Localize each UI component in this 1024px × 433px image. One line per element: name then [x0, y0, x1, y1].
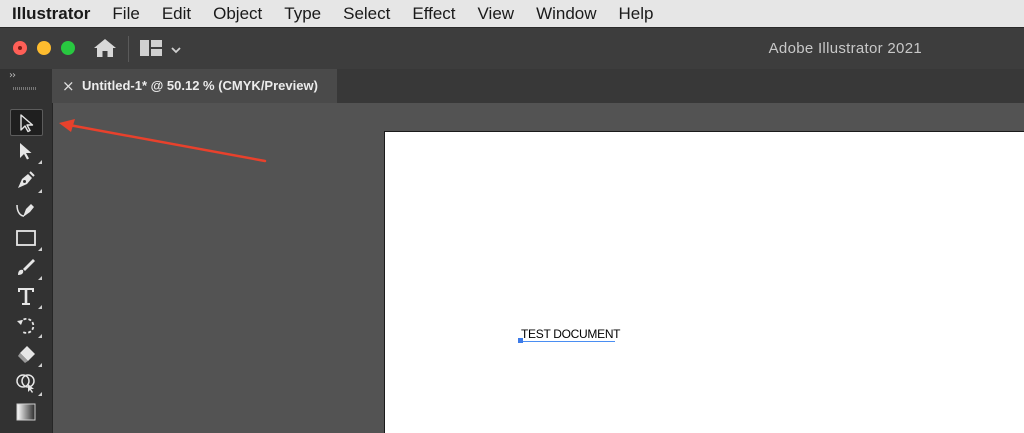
menu-edit[interactable]: Edit: [151, 0, 202, 27]
paintbrush-tool-button[interactable]: [10, 254, 43, 281]
window-zoom-button[interactable]: [61, 41, 75, 55]
direct-selection-tool-button[interactable]: [10, 138, 43, 165]
window-minimize-button[interactable]: [37, 41, 51, 55]
curvature-tool-button[interactable]: [10, 196, 43, 223]
panel-grip-handle[interactable]: [13, 87, 37, 90]
window-close-button[interactable]: [13, 41, 27, 55]
rectangle-tool-icon: [16, 230, 36, 246]
menu-object[interactable]: Object: [202, 0, 273, 27]
artboard-text-object[interactable]: TEST DOCUMENT: [521, 327, 621, 341]
gradient-tool-icon: [16, 403, 36, 421]
eraser-tool-icon: [18, 346, 35, 363]
shape-builder-tool-button[interactable]: [10, 370, 43, 397]
gradient-tool-button[interactable]: [10, 399, 43, 426]
titlebar-divider: [128, 36, 129, 62]
rotate-tool-icon: [17, 317, 35, 334]
home-icon[interactable]: [93, 37, 117, 59]
direct-selection-tool-icon: [20, 143, 32, 160]
chevron-down-icon[interactable]: [170, 42, 182, 54]
rotate-tool-button[interactable]: [10, 312, 43, 339]
eraser-tool-button[interactable]: [10, 341, 43, 368]
tool-flyout-indicator: [38, 160, 42, 164]
tool-flyout-indicator: [38, 334, 42, 338]
type-tool-icon: [18, 288, 34, 305]
menu-select[interactable]: Select: [332, 0, 401, 27]
menu-window[interactable]: Window: [525, 0, 607, 27]
tool-flyout-indicator: [38, 276, 42, 280]
selection-tool-button[interactable]: [10, 109, 43, 136]
rectangle-tool-button[interactable]: [10, 225, 43, 252]
text-baseline-highlight: [521, 341, 615, 342]
tool-flyout-indicator: [38, 392, 42, 396]
workspace-layout-icon[interactable]: [140, 40, 162, 56]
type-tool-button[interactable]: [10, 283, 43, 310]
collapse-panel-icon[interactable]: ››: [9, 70, 16, 81]
menu-bar: Illustrator File Edit Object Type Select…: [0, 0, 1024, 27]
curvature-tool-icon: [16, 204, 34, 217]
text-anchor-point[interactable]: [518, 338, 523, 343]
app-title-bar: Adobe Illustrator 2021: [0, 27, 1024, 70]
artboard[interactable]: TEST DOCUMENT: [384, 131, 1024, 433]
selection-tool-icon: [20, 114, 34, 133]
menu-app-illustrator[interactable]: Illustrator: [0, 0, 101, 27]
tool-flyout-indicator: [38, 189, 42, 193]
menu-file[interactable]: File: [101, 0, 150, 27]
menu-effect[interactable]: Effect: [401, 0, 466, 27]
paintbrush-tool-icon: [18, 259, 35, 275]
tool-flyout-indicator: [38, 247, 42, 251]
close-tab-icon[interactable]: ×: [62, 77, 75, 95]
document-tab-bar: × Untitled-1* @ 50.12 % (CMYK/Preview): [52, 69, 1024, 103]
menu-help[interactable]: Help: [608, 0, 665, 27]
document-tab[interactable]: × Untitled-1* @ 50.12 % (CMYK/Preview): [52, 69, 337, 103]
menu-view[interactable]: View: [467, 0, 526, 27]
tools-panel: ››: [0, 69, 53, 433]
pen-tool-icon: [18, 171, 35, 188]
menu-type[interactable]: Type: [273, 0, 332, 27]
document-tab-title: Untitled-1* @ 50.12 % (CMYK/Preview): [82, 78, 318, 93]
tool-flyout-indicator: [38, 363, 42, 367]
tool-flyout-indicator: [38, 305, 42, 309]
shape-builder-tool-icon: [16, 374, 35, 393]
app-window-title: Adobe Illustrator 2021: [768, 40, 922, 57]
pen-tool-button[interactable]: [10, 167, 43, 194]
